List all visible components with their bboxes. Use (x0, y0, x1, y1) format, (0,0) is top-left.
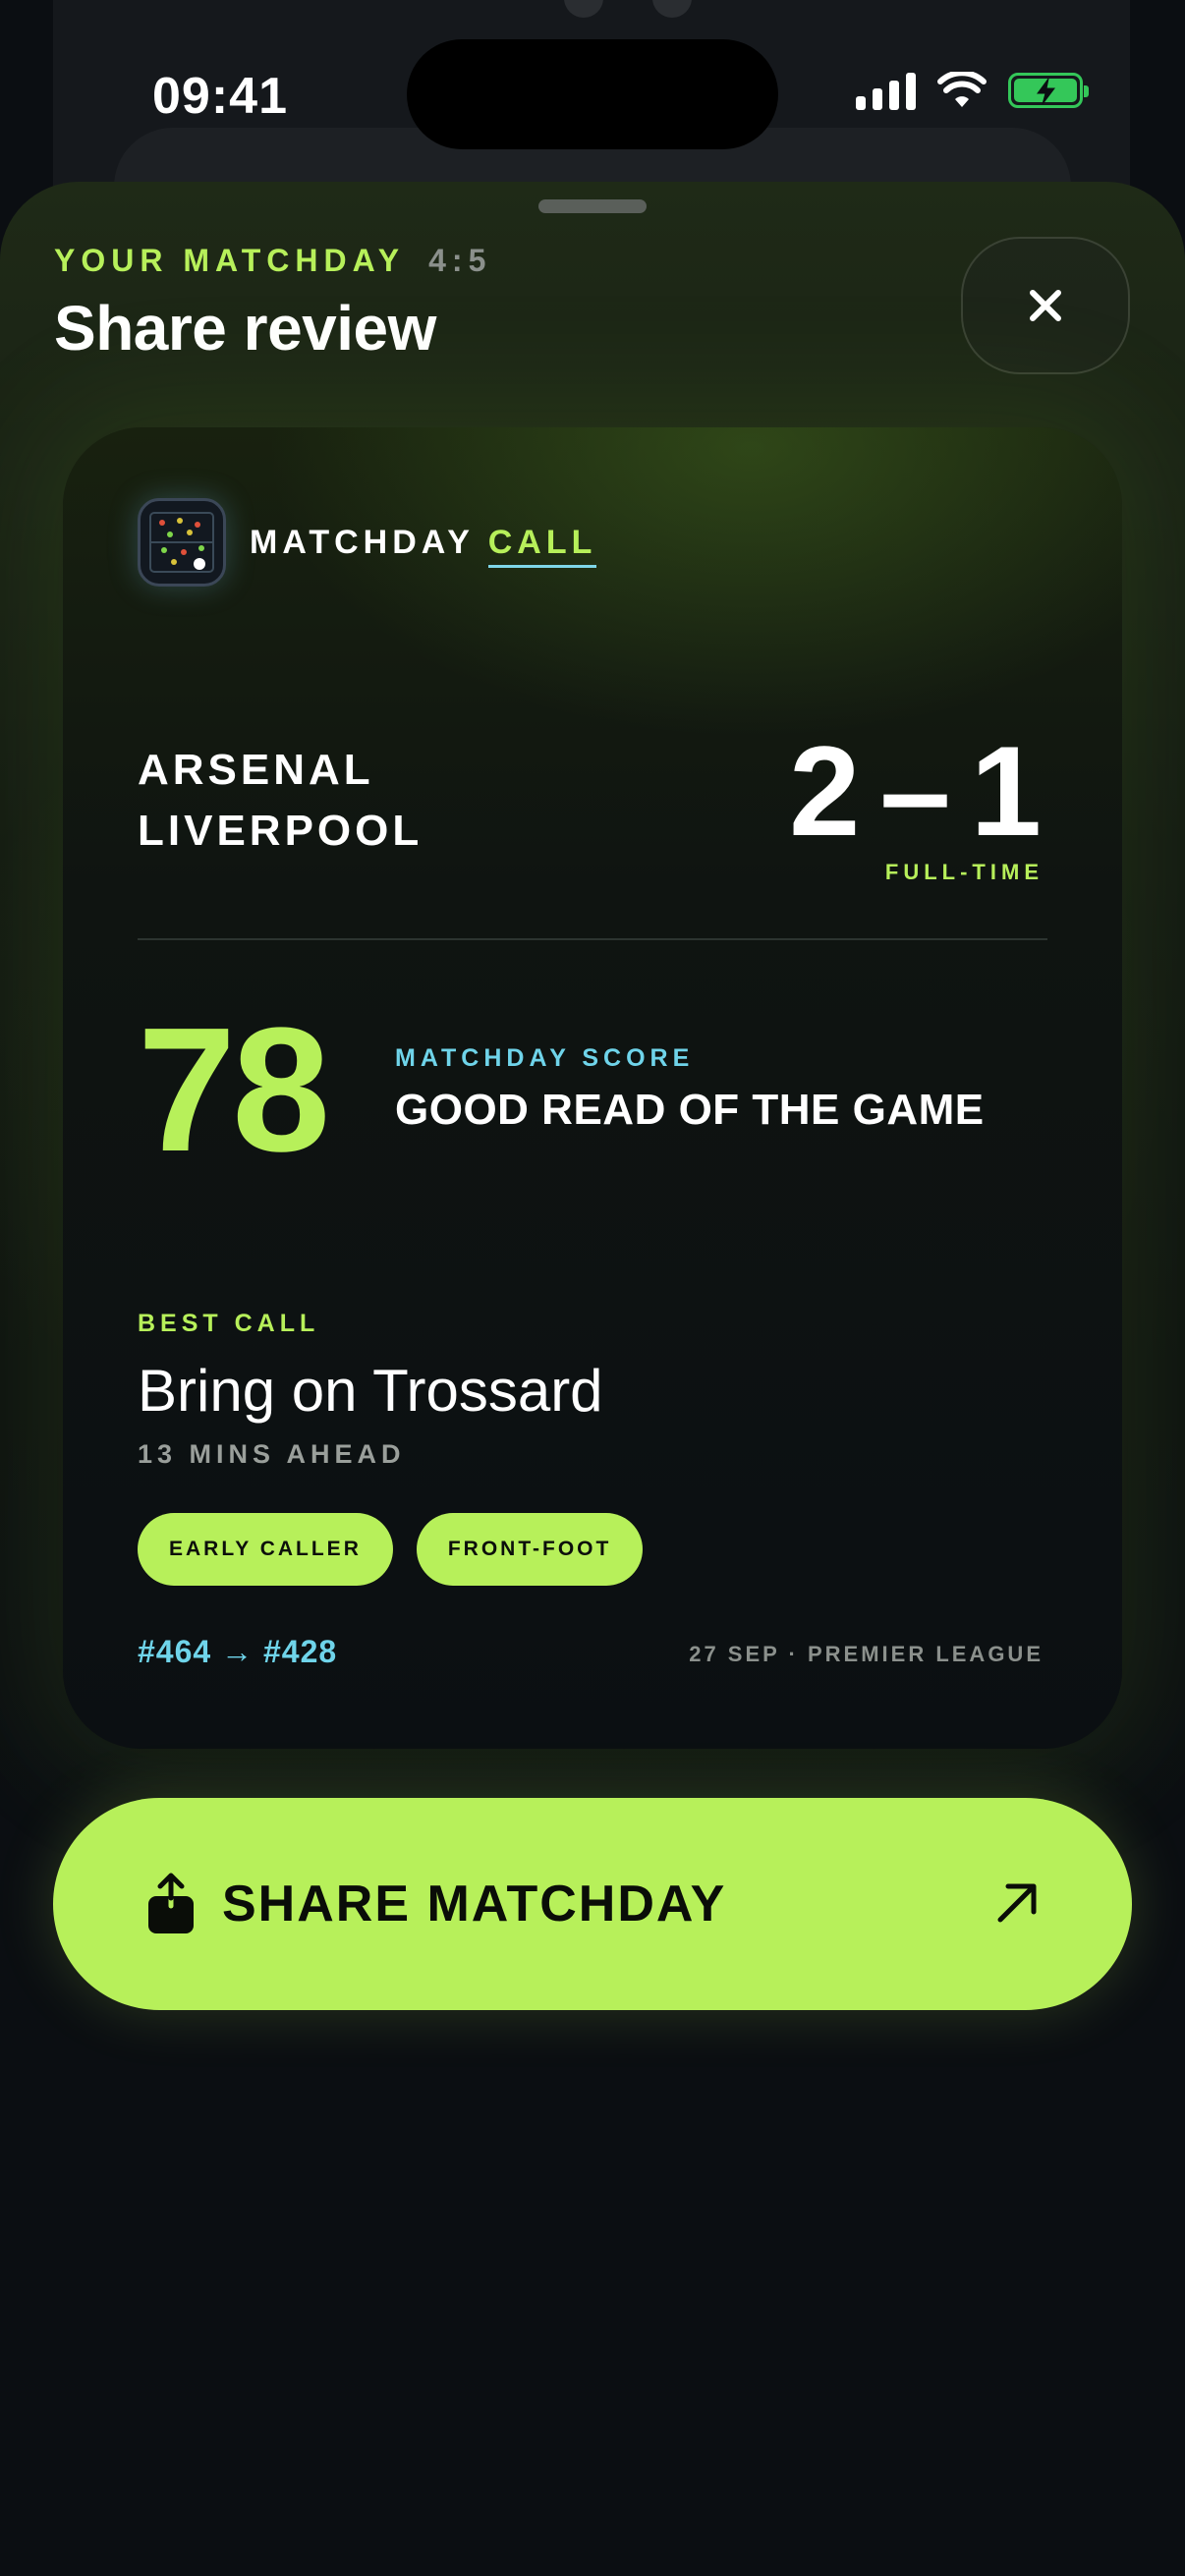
share-matchday-button[interactable]: SHARE MATCHDAY (53, 1798, 1132, 2010)
sheet-grabber[interactable] (538, 199, 647, 213)
home-team: ARSENAL (138, 746, 374, 794)
away-team: LIVERPOOL (138, 807, 423, 855)
score-separator: – (879, 719, 953, 863)
brand-prefix: MATCHDAY (250, 523, 475, 561)
badge-front-foot: FRONT-FOOT (416, 1513, 644, 1586)
brand-name: MATCHDAY CALL (250, 523, 597, 568)
match-status: FULL-TIME (884, 860, 1044, 884)
score-verdict: GOOD READ OF THE GAME (395, 1086, 985, 1134)
aspect-ratio-label: 4:5 (428, 243, 492, 278)
teams: ARSENAL LIVERPOOL (138, 740, 423, 862)
brand: MATCHDAY CALL (138, 498, 597, 587)
best-call-timing: 13 MINS AHEAD (138, 1439, 406, 1469)
cellular-signal-icon (856, 71, 916, 110)
rank-change: #464 → #428 (138, 1634, 338, 1669)
brand-suffix: CALL (487, 523, 597, 568)
wifi-icon (937, 72, 987, 107)
dynamic-island (407, 39, 778, 149)
matchday-score-label: MATCHDAY SCORE (395, 1044, 695, 1072)
sheet-eyebrow: YOUR MATCHDAY 4:5 (54, 243, 491, 279)
status-icons (856, 71, 1089, 110)
share-button-label: SHARE MATCHDAY (222, 1876, 727, 1932)
final-score: 2–1 (789, 722, 1044, 860)
best-call-title: Bring on Trossard (138, 1358, 603, 1424)
eyebrow-label: YOUR MATCHDAY (54, 243, 406, 278)
matchday-review-card: MATCHDAY CALL ARSENAL LIVERPOOL 2–1 FULL… (63, 427, 1122, 1749)
close-icon (1030, 290, 1061, 321)
app-logo-icon (138, 498, 226, 587)
home-score: 2 (789, 719, 863, 863)
status-time: 09:41 (152, 68, 288, 125)
away-score: 1 (970, 719, 1044, 863)
battery-charging-icon (1008, 73, 1089, 108)
divider (138, 938, 1047, 940)
matchday-score-value: 78 (138, 991, 330, 1189)
status-bar: 09:41 (0, 0, 1185, 187)
badge-early-caller: EARLY CALLER (138, 1513, 393, 1586)
sheet-title: Share review (54, 293, 436, 364)
arrow-up-right-icon (997, 1883, 1037, 1923)
badge-list: EARLY CALLER FRONT-FOOT (138, 1513, 644, 1586)
match-meta: 27 SEP · PREMIER LEAGUE (689, 1642, 1044, 1666)
best-call-label: BEST CALL (138, 1310, 320, 1337)
close-button[interactable] (961, 237, 1130, 374)
share-icon (148, 1873, 194, 1933)
